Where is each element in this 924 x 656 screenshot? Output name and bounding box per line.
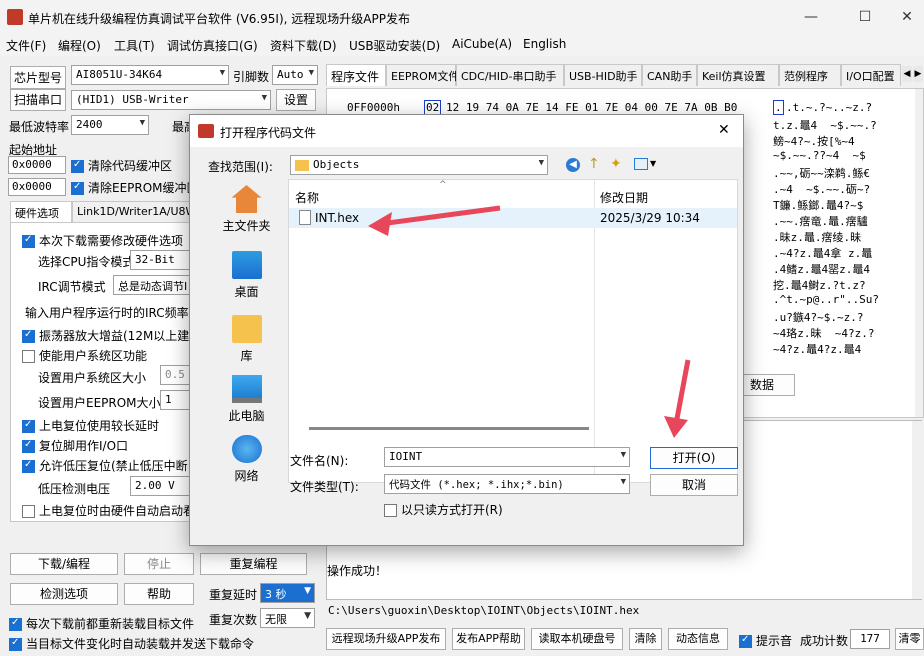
arrow-to-file: [379, 205, 501, 227]
arrow-head-file: [368, 212, 392, 236]
annotation-arrows: [368, 205, 691, 438]
arrow-to-open: [673, 359, 691, 425]
arrow-head-open: [664, 416, 688, 438]
